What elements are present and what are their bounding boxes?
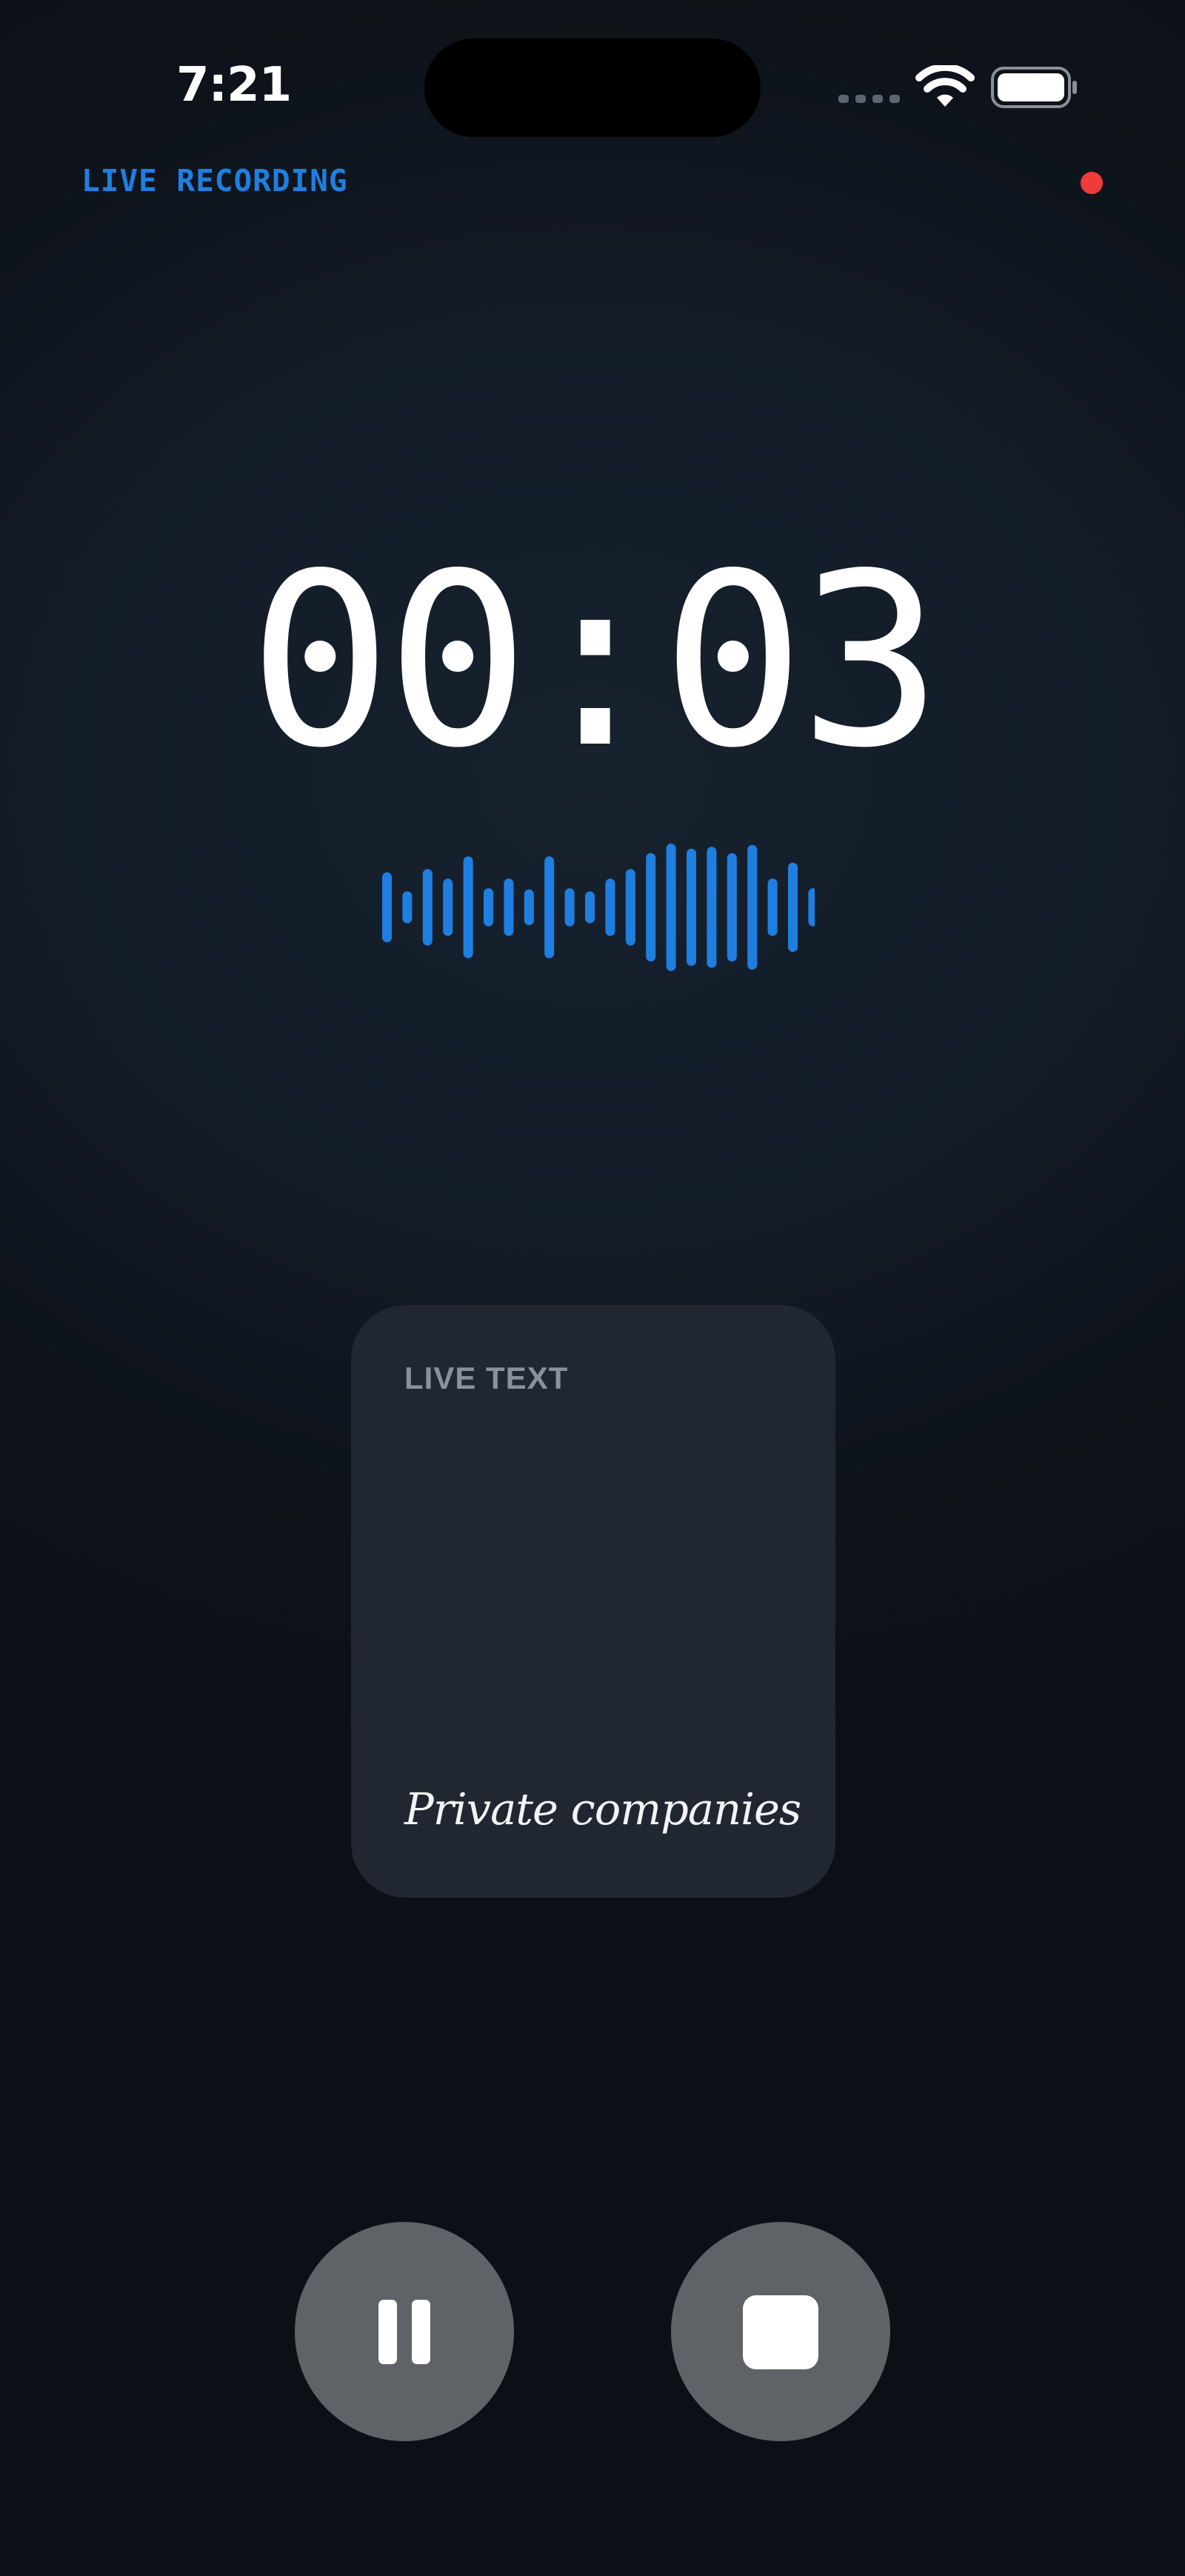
waveform-bar	[605, 878, 615, 936]
status-bar-time: 7:21	[176, 58, 292, 113]
waveform-bar	[625, 869, 635, 946]
waveform-bar	[402, 891, 413, 924]
waveform-bar	[382, 872, 392, 943]
waveform-bar	[747, 844, 758, 970]
waveform-bar	[808, 888, 815, 927]
live-transcript-text: Private companies	[404, 1783, 801, 1835]
audio-waveform	[382, 844, 815, 971]
waveform-bar	[666, 844, 676, 971]
waveform-bar	[524, 889, 534, 926]
pause-icon	[378, 2300, 430, 2364]
live-recording-title: LIVE RECORDING	[81, 163, 348, 198]
waveform-bar	[484, 888, 493, 927]
waveform-bar	[443, 878, 453, 936]
waveform-bar	[504, 878, 514, 936]
recording-screen: 7:21 LIVE RECORDING 00:03 LIVE TEXT Priv…	[0, 0, 1185, 2576]
waveform-bar	[646, 852, 656, 962]
recording-indicator-dot	[1081, 172, 1103, 194]
wifi-icon	[915, 65, 975, 107]
battery-icon	[991, 67, 1077, 108]
waveform-bar	[463, 856, 473, 958]
stop-button[interactable]	[671, 2222, 890, 2441]
waveform-bar	[687, 848, 696, 967]
pause-button[interactable]	[295, 2222, 514, 2441]
live-text-card: LIVE TEXT Private companies	[351, 1305, 835, 1898]
dynamic-island	[424, 39, 761, 137]
waveform-bar	[544, 856, 555, 958]
stop-icon	[743, 2295, 818, 2369]
elapsed-timer: 00:03	[248, 522, 942, 800]
waveform-bar	[564, 888, 575, 927]
cellular-signal-icon	[838, 95, 900, 103]
live-text-label: LIVE TEXT	[404, 1361, 569, 1395]
waveform-bar	[727, 852, 737, 962]
waveform-bar	[788, 862, 798, 952]
waveform-bar	[767, 878, 778, 936]
waveform-bar	[585, 891, 595, 924]
waveform-bar	[422, 869, 433, 946]
waveform-bar	[707, 847, 717, 968]
